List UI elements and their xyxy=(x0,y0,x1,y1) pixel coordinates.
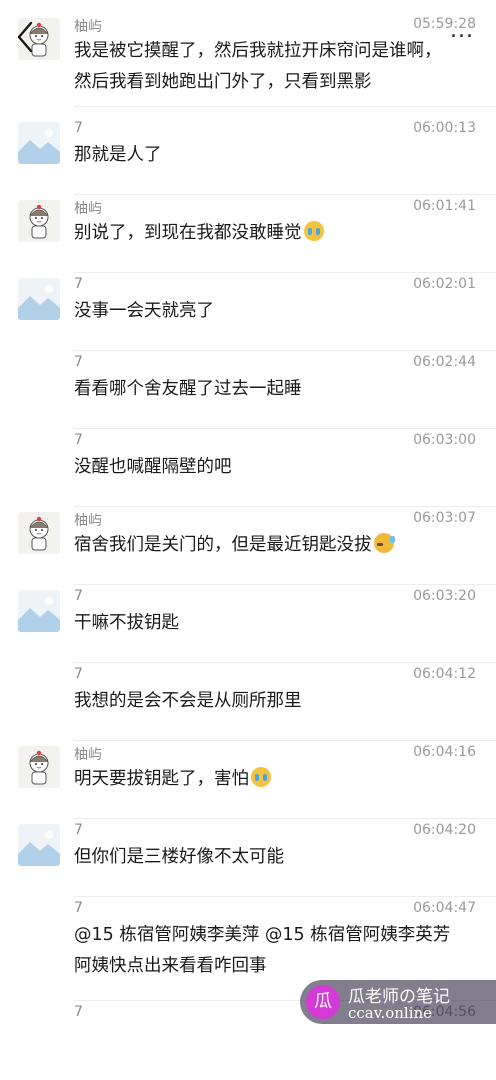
crying-face-icon xyxy=(251,767,271,787)
message-sender: 7 xyxy=(74,588,83,604)
message-time: 06:02:01 xyxy=(413,276,476,292)
message-line: 别说了，到现在我都没敢睡觉 xyxy=(74,218,478,249)
message-line: @15 栋宿管阿姨李美萍 @15 栋宿管阿姨李英芳 xyxy=(74,925,451,945)
watermark-url: ccav.online xyxy=(348,1004,433,1022)
message-item[interactable]: 7 06:04:12 我想的是会不会是从厕所那里 xyxy=(0,664,496,742)
message-text: 看看哪个舍友醒了过去一起睡 xyxy=(74,374,478,405)
message-sender: 7 xyxy=(74,1004,83,1020)
message-time: 06:03:00 xyxy=(413,432,476,448)
message-sender: 柚屿 xyxy=(74,747,102,763)
message-line: 看看哪个舍友醒了过去一起睡 xyxy=(74,379,302,399)
message-item[interactable]: 柚屿 06:04:16 明天要拔钥匙了，害怕 xyxy=(0,742,496,820)
message-time: 06:02:44 xyxy=(413,354,476,370)
message-sender: 7 xyxy=(74,120,83,136)
avatar-youyu[interactable] xyxy=(18,746,60,788)
message-text: 干嘛不拔钥匙 xyxy=(74,608,478,639)
message-line: 我想的是会不会是从厕所那里 xyxy=(74,691,302,711)
message-line: 那就是人了 xyxy=(74,145,162,165)
message-item[interactable]: 7 06:03:00 没醒也喊醒隔壁的吧 xyxy=(0,430,496,508)
message-text: 我想的是会不会是从厕所那里 xyxy=(74,686,478,717)
avatar-youyu[interactable] xyxy=(18,512,60,554)
message-divider xyxy=(74,106,496,107)
sweat-face-icon xyxy=(373,533,395,553)
message-divider xyxy=(74,272,496,273)
message-line: 没事一会天就亮了 xyxy=(74,301,214,321)
message-item[interactable]: 7 06:02:01 没事一会天就亮了 xyxy=(0,274,496,352)
message-text: 我是被它摸醒了，然后我就拉开床帘问是谁啊， 然后我看到她跑出门外了，只看到黑影 xyxy=(74,36,478,98)
message-line: 然后我看到她跑出门外了，只看到黑影 xyxy=(74,72,372,92)
message-text: 没事一会天就亮了 xyxy=(74,296,478,327)
message-text: 别说了，到现在我都没敢睡觉 xyxy=(74,218,478,249)
message-item[interactable]: 柚屿 05:59:28 我是被它摸醒了，然后我就拉开床帘问是谁啊， 然后我看到她跑出门… xyxy=(0,14,496,108)
message-time: 06:04:20 xyxy=(413,822,476,838)
chevron-left-icon[interactable] xyxy=(14,20,36,54)
message-text: 明天要拔钥匙了，害怕 xyxy=(74,764,478,795)
message-sender: 柚屿 xyxy=(74,513,102,529)
message-sender: 7 xyxy=(74,276,83,292)
message-item[interactable]: 7 06:03:20 干嘛不拔钥匙 xyxy=(0,586,496,664)
message-time: 06:04:12 xyxy=(413,666,476,682)
message-sender: 7 xyxy=(74,666,83,682)
message-time: 06:01:41 xyxy=(413,198,476,214)
avatar-seven[interactable] xyxy=(18,590,60,632)
message-time: 06:03:07 xyxy=(413,510,476,526)
avatar-seven[interactable] xyxy=(18,278,60,320)
message-text: 那就是人了 xyxy=(74,140,478,171)
message-time: 06:04:16 xyxy=(413,744,476,760)
message-sender: 7 xyxy=(74,354,83,370)
message-time: 06:04:47 xyxy=(413,900,476,916)
watermark: 瓜 瓜老师の笔记 ccav.online xyxy=(300,980,496,1024)
message-divider xyxy=(74,506,496,507)
more-dots-icon[interactable]: ... xyxy=(450,20,474,42)
message-item[interactable]: 柚屿 06:03:07 宿舍我们是关门的，但是最近钥匙没拔 xyxy=(0,508,496,586)
message-divider xyxy=(74,740,496,741)
message-line: 阿姨快点出来看看咋回事 xyxy=(74,956,267,976)
message-sender: 7 xyxy=(74,900,83,916)
message-line: 明天要拔钥匙了，害怕 xyxy=(74,764,478,795)
message-sender: 柚屿 xyxy=(74,19,102,35)
message-text: @15 栋宿管阿姨李美萍 @15 栋宿管阿姨李英芳 阿姨快点出来看看咋回事 xyxy=(74,920,478,982)
crying-face-icon xyxy=(303,221,324,241)
message-divider xyxy=(74,194,496,195)
message-divider xyxy=(74,584,496,585)
message-text: 没醒也喊醒隔壁的吧 xyxy=(74,452,478,483)
message-time: 06:03:20 xyxy=(413,588,476,604)
message-divider xyxy=(74,662,496,663)
message-item[interactable]: 7 06:02:44 看看哪个舍友醒了过去一起睡 xyxy=(0,352,496,430)
message-divider xyxy=(74,350,496,351)
message-divider xyxy=(74,818,496,819)
avatar-seven[interactable] xyxy=(18,824,60,866)
message-sender: 7 xyxy=(74,822,83,838)
message-line: 但你们是三楼好像不太可能 xyxy=(74,847,284,867)
message-item[interactable]: 7 06:00:13 那就是人了 xyxy=(0,118,496,196)
message-text: 宿舍我们是关门的，但是最近钥匙没拔 xyxy=(74,530,478,561)
avatar-seven[interactable] xyxy=(18,122,60,164)
message-line: 没醒也喊醒隔壁的吧 xyxy=(74,457,232,477)
message-time: 06:00:13 xyxy=(413,120,476,136)
message-divider xyxy=(74,896,496,897)
message-item[interactable]: 柚屿 06:01:41 别说了，到现在我都没敢睡觉 xyxy=(0,196,496,274)
message-text: 但你们是三楼好像不太可能 xyxy=(74,842,478,873)
message-sender: 柚屿 xyxy=(74,201,102,217)
message-line: 我是被它摸醒了，然后我就拉开床帘问是谁啊， xyxy=(74,41,442,61)
message-sender: 7 xyxy=(74,432,83,448)
watermark-logo: 瓜 xyxy=(306,985,340,1019)
message-line: 干嘛不拔钥匙 xyxy=(74,613,179,633)
message-line: 宿舍我们是关门的，但是最近钥匙没拔 xyxy=(74,530,478,561)
message-item[interactable]: 7 06:04:20 但你们是三楼好像不太可能 xyxy=(0,820,496,898)
avatar-youyu[interactable] xyxy=(18,200,60,242)
message-divider xyxy=(74,428,496,429)
